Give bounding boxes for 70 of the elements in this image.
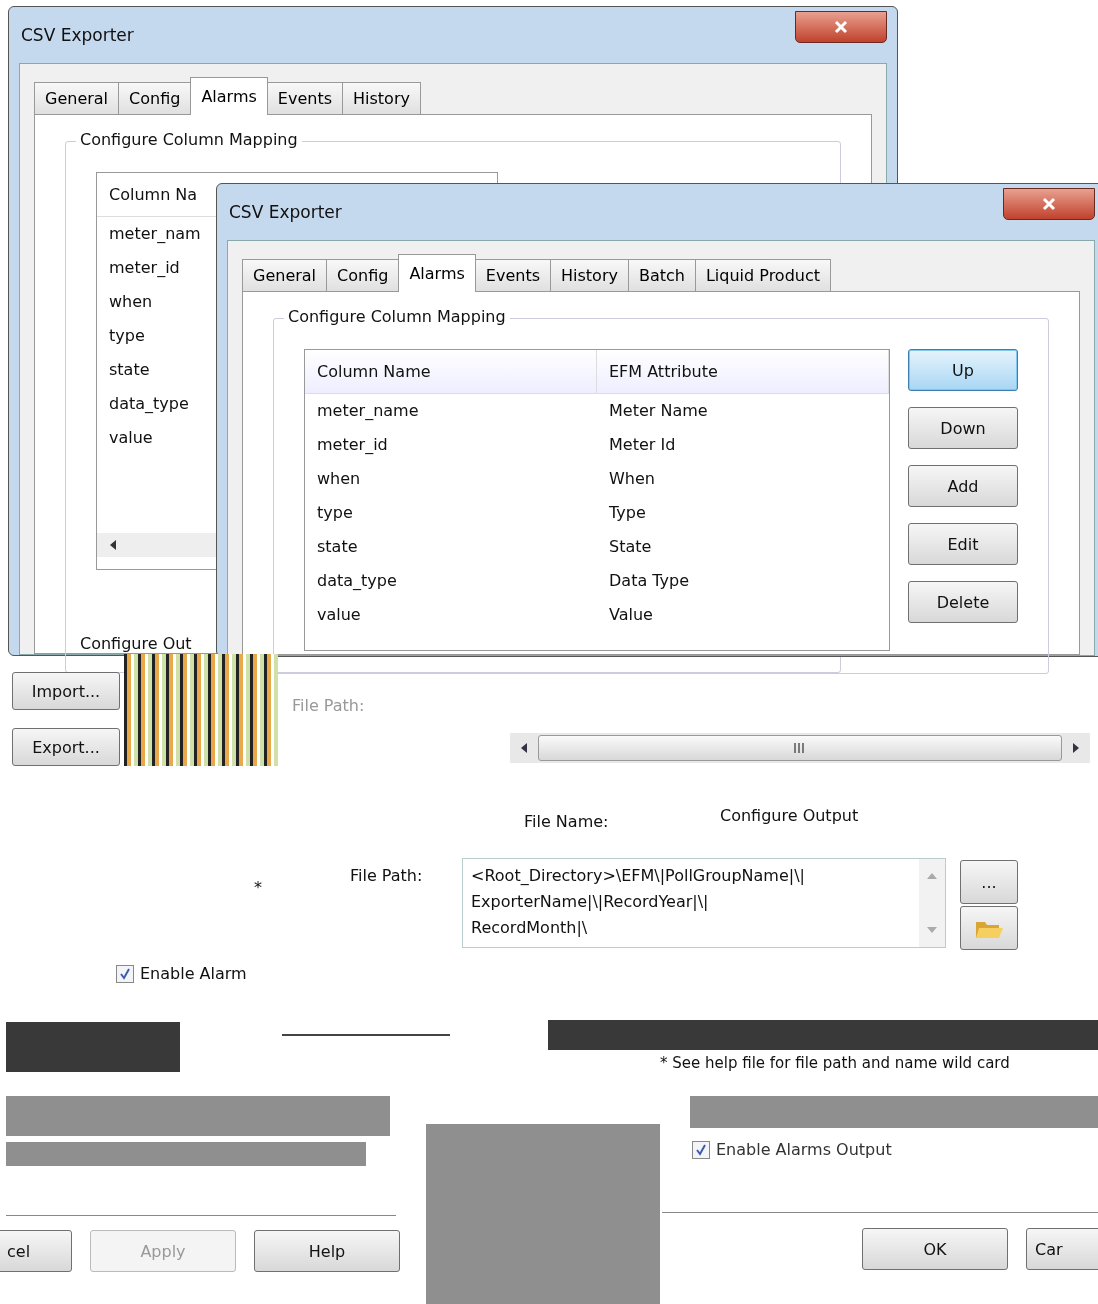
table-cell-text: data_type (316, 570, 398, 592)
asterisk: * (254, 878, 262, 897)
table-cell-text: Value (608, 604, 654, 626)
list-button[interactable]: Up (908, 349, 1018, 391)
right-arrow-icon (1072, 743, 1080, 753)
tab[interactable]: Alarms (190, 77, 268, 115)
checkbox-label: Enable Alarms Output (716, 1140, 892, 1159)
tab[interactable]: Config (118, 82, 192, 114)
scroll-thumb[interactable] (538, 735, 1062, 761)
tab[interactable]: Liquid Product (694, 259, 831, 291)
tab[interactable]: Events (266, 82, 343, 114)
tab[interactable]: Batch (627, 259, 696, 291)
tab[interactable]: General (242, 259, 328, 291)
column-header: Column Name (305, 350, 597, 393)
checkbox-label: Enable Alarm (140, 964, 247, 983)
group-title: Configure Out (80, 634, 192, 653)
browse-button[interactable]: ... (960, 860, 1018, 904)
table-cell-text: Meter Id (608, 434, 677, 456)
grip-icon (793, 743, 807, 753)
up-arrow-icon (927, 873, 937, 879)
group-title: Configure Column Mapping (284, 307, 510, 326)
field-label: File Name: (524, 812, 609, 831)
list-button[interactable]: Down (908, 407, 1018, 449)
tab[interactable]: History (342, 82, 421, 114)
table-cell-text: type (316, 502, 354, 524)
dialog-button[interactable]: Car (1026, 1228, 1098, 1270)
import-button[interactable]: Import... (12, 672, 120, 710)
left-arrow-icon (109, 540, 117, 550)
tab[interactable]: Events (474, 259, 551, 291)
list-button[interactable]: Delete (908, 581, 1018, 623)
table-cell-text: value (316, 604, 362, 626)
close-icon (834, 20, 848, 34)
file-path-field[interactable]: <Root_Directory>\EFM\|PollGroupName|\| ExporterName|\|RecordYear|\| RecordMonth|\ (462, 858, 946, 948)
table-cell-text: state (316, 536, 359, 558)
table-cell-text: Meter Name (608, 400, 709, 422)
tab[interactable]: Alarms (398, 254, 476, 292)
table-cell-text: Data Type (608, 570, 691, 592)
close-icon (1042, 197, 1056, 211)
table-cell-text: meter_id (316, 434, 389, 456)
field-label: File Path: (292, 696, 365, 715)
checkbox[interactable] (692, 1140, 710, 1159)
dialog-button[interactable]: OK (862, 1228, 1008, 1270)
down-arrow-icon (927, 927, 937, 933)
checkbox[interactable] (116, 964, 134, 983)
horizontal-scrollbar[interactable] (510, 733, 1090, 763)
dialog-button[interactable]: cel (0, 1230, 72, 1272)
left-arrow-icon (520, 743, 528, 753)
table-cell-text: State (608, 536, 653, 558)
list-button[interactable]: Add (908, 465, 1018, 507)
list-button[interactable]: Edit (908, 523, 1018, 565)
column-header: EFM Attribute (597, 350, 889, 393)
group-title: Configure Column Mapping (76, 130, 302, 149)
table-cell-text: when (316, 468, 362, 490)
table-cell-text: Type (608, 502, 647, 524)
field-value: <Root_Directory>\EFM\|PollGroupName|\| ExporterName|\|RecordYear|\| RecordMonth|\ (470, 865, 806, 939)
close-button[interactable] (1003, 188, 1095, 220)
tab[interactable]: Config (326, 259, 400, 291)
window-title: CSV Exporter (20, 25, 134, 45)
close-button[interactable] (795, 11, 887, 43)
folder-button[interactable] (960, 906, 1018, 950)
table-cell-text: When (608, 468, 656, 490)
dialog-button[interactable]: Help (254, 1230, 400, 1272)
group-title: Configure Output (720, 806, 859, 825)
field-label: File Path: (350, 866, 423, 885)
export-button[interactable]: Export... (12, 728, 120, 766)
tab[interactable]: General (34, 82, 120, 114)
table-cell-text: meter_name (316, 400, 420, 422)
vertical-scrollbar[interactable] (919, 859, 945, 947)
help-note: * See help file for file path and name wild card (660, 1054, 1010, 1072)
tab[interactable]: History (550, 259, 629, 291)
